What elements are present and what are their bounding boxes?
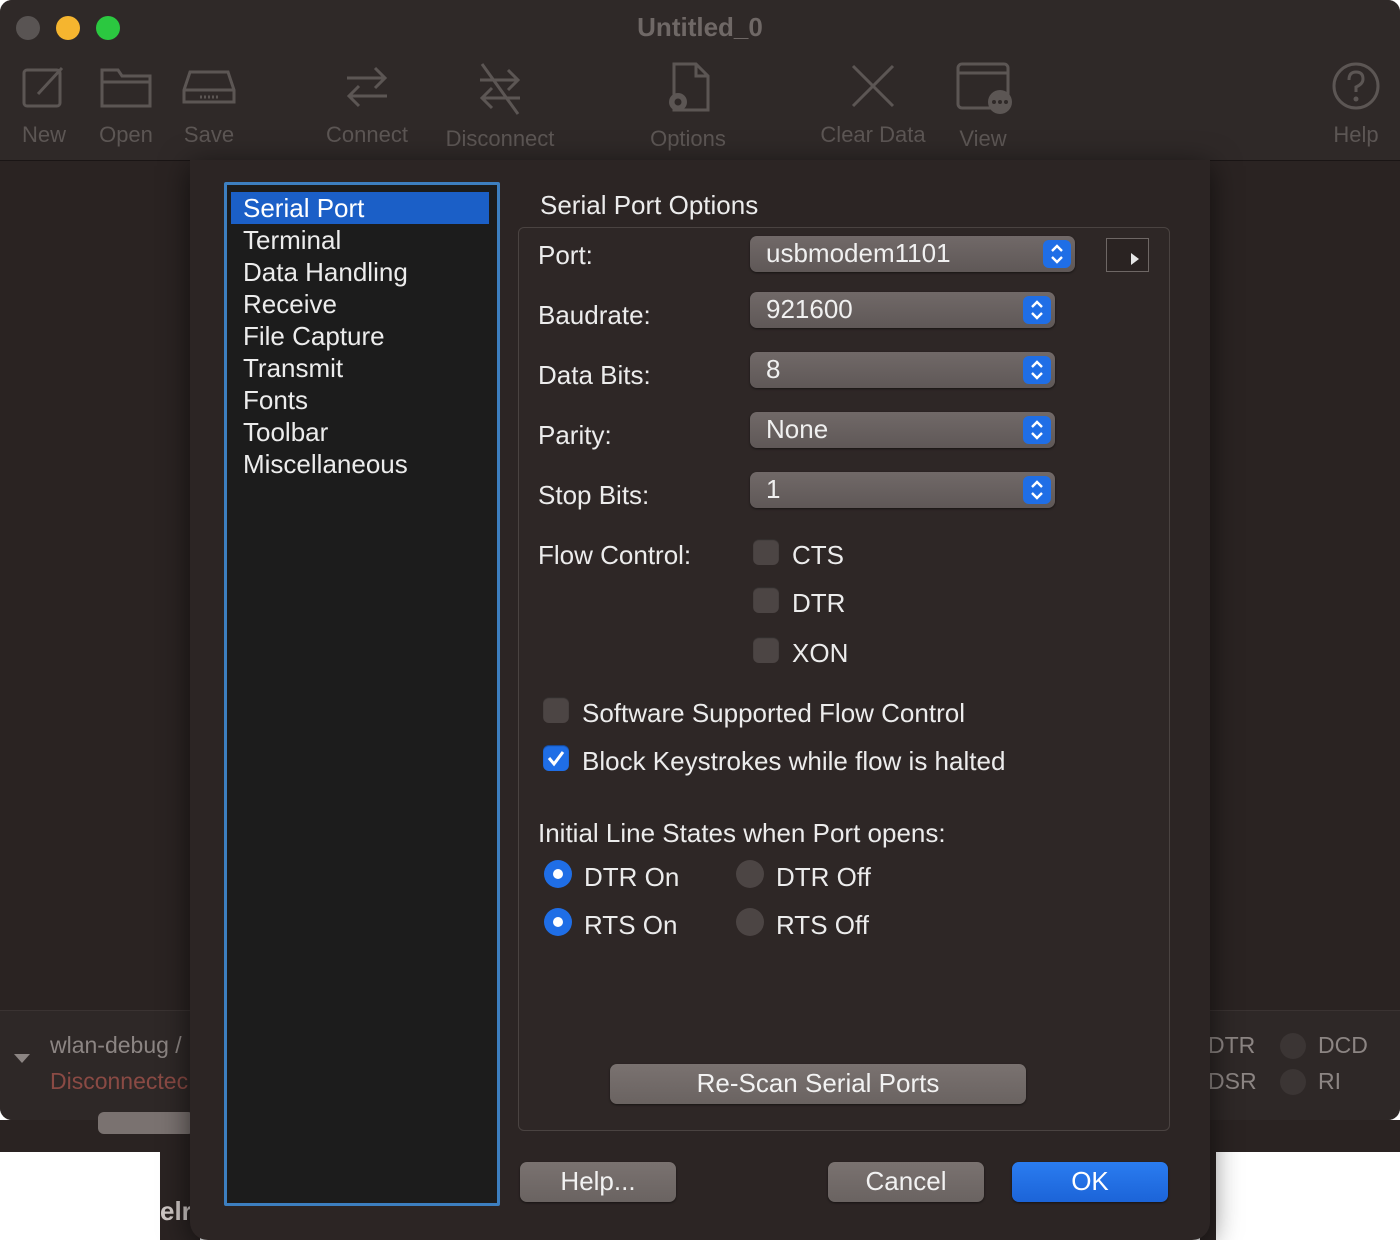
triangle-right-icon — [1131, 253, 1139, 265]
dtr-checkbox[interactable] — [753, 587, 779, 613]
toolbar-label: New — [21, 122, 66, 147]
led-label-dsr: DSR — [1208, 1068, 1257, 1094]
arrows-crossed-icon — [479, 63, 521, 115]
port-label: Port: — [538, 240, 593, 270]
parity-select[interactable]: None — [750, 412, 1055, 448]
status-device-name: wlan-debug / — [50, 1032, 182, 1058]
toolbar-help-button[interactable]: Help — [1326, 60, 1386, 148]
led-ri-indicator — [1280, 1069, 1306, 1095]
toolbar-save-button[interactable]: Save — [178, 60, 240, 148]
sidebar-item-serial-port[interactable]: Serial Port — [231, 192, 489, 224]
stop-bits-select[interactable]: 1 — [750, 472, 1055, 508]
dtr-off-radio[interactable] — [736, 860, 764, 888]
toolbar-options-button[interactable]: Options — [642, 60, 734, 152]
ok-button[interactable]: OK — [1012, 1162, 1168, 1202]
toolbar-label: View — [959, 126, 1007, 151]
question-circle-icon — [1332, 62, 1380, 110]
help-button[interactable]: Help... — [520, 1162, 676, 1202]
toolbar-connect-button[interactable]: Connect — [318, 60, 416, 148]
chevron-updown-icon — [1023, 476, 1051, 504]
toolbar-label: Help — [1333, 122, 1379, 147]
toolbar-view-button[interactable]: View — [952, 60, 1014, 152]
toolbar-label: Connect — [326, 122, 408, 147]
sidebar-item-receive[interactable]: Receive — [231, 288, 489, 320]
block-keystrokes-label: Block Keystrokes while flow is halted — [582, 746, 1006, 776]
baudrate-value: 921600 — [766, 294, 853, 324]
block-keystrokes-checkbox[interactable] — [543, 745, 569, 771]
sidebar-item-file-capture[interactable]: File Capture — [231, 320, 489, 352]
rts-off-radio[interactable] — [736, 908, 764, 936]
background-label: elr — [160, 1196, 192, 1226]
toolbar-label: Options — [650, 126, 726, 151]
dtr-label: DTR — [792, 588, 846, 618]
checkmark-icon — [547, 751, 565, 767]
background-button — [98, 1112, 194, 1134]
sidebar-item-terminal[interactable]: Terminal — [231, 224, 489, 256]
data-bits-label: Data Bits: — [538, 360, 651, 390]
led-label-dcd: DCD — [1318, 1032, 1368, 1058]
dtr-on-radio[interactable] — [544, 860, 572, 888]
cancel-button[interactable]: Cancel — [828, 1162, 984, 1202]
port-select[interactable]: usbmodem1101 — [750, 236, 1075, 272]
led-label-dtr: DTR — [1208, 1032, 1256, 1058]
toolbar-label: Disconnect — [445, 126, 555, 151]
port-info-button[interactable] — [1106, 238, 1149, 272]
status-connection: Disconnectec — [50, 1068, 189, 1094]
chevron-updown-icon — [1023, 296, 1051, 324]
sidebar-item-fonts[interactable]: Fonts — [231, 384, 489, 416]
compose-icon — [22, 66, 64, 108]
toolbar-label: Save — [183, 122, 235, 147]
chevron-updown-icon — [1043, 240, 1071, 268]
toolbar-label: Open — [99, 122, 153, 147]
software-flow-label: Software Supported Flow Control — [582, 698, 965, 728]
data-bits-value: 8 — [766, 354, 781, 384]
window-title: Untitled_0 — [637, 12, 763, 42]
parity-value: None — [766, 414, 829, 444]
sidebar-item-transmit[interactable]: Transmit — [231, 352, 489, 384]
led-label-ri: RI — [1318, 1068, 1341, 1094]
sidebar-item-data-handling[interactable]: Data Handling — [231, 256, 489, 288]
rts-on-label: RTS On — [584, 910, 678, 940]
toolbar-clear-data-button[interactable]: Clear Data — [814, 60, 932, 148]
cts-checkbox[interactable] — [753, 539, 779, 565]
software-flow-checkbox[interactable] — [543, 697, 569, 723]
drive-icon — [182, 70, 236, 104]
toolbar-label: Clear Data — [820, 122, 926, 147]
stop-bits-label: Stop Bits: — [538, 480, 650, 510]
rts-off-label: RTS Off — [776, 910, 869, 940]
port-value: usbmodem1101 — [766, 238, 951, 268]
chevron-updown-icon — [1023, 356, 1051, 384]
dtr-off-label: DTR Off — [776, 862, 871, 892]
sidebar-item-miscellaneous[interactable]: Miscellaneous — [231, 448, 489, 480]
arrows-exchange-icon — [346, 66, 388, 108]
dtr-on-label: DTR On — [584, 862, 680, 892]
led-dcd-indicator — [1280, 1033, 1306, 1059]
flow-control-label: Flow Control: — [538, 540, 692, 570]
sidebar-item-toolbar[interactable]: Toolbar — [231, 416, 489, 448]
options-sidebar[interactable]: Serial Port Terminal Data Handling Recei… — [224, 182, 500, 1206]
stop-bits-value: 1 — [766, 474, 781, 504]
x-icon — [851, 64, 895, 108]
disclosure-triangle-icon[interactable] — [14, 1054, 30, 1063]
data-bits-select[interactable]: 8 — [750, 352, 1055, 388]
toolbar-disconnect-button[interactable]: Disconnect — [438, 60, 562, 152]
rts-on-radio[interactable] — [544, 908, 572, 936]
baudrate-label: Baudrate: — [538, 300, 651, 330]
section-title: Serial Port Options — [540, 190, 759, 220]
xon-label: XON — [792, 638, 849, 668]
parity-label: Parity: — [538, 420, 612, 450]
baudrate-select[interactable]: 921600 — [750, 292, 1055, 328]
cts-label: CTS — [792, 540, 844, 570]
toolbar-new-button[interactable]: New — [14, 60, 74, 148]
toolbar-open-button[interactable]: Open — [94, 60, 158, 148]
folder-icon — [100, 68, 152, 108]
window-more-icon — [956, 62, 1012, 114]
document-gear-icon — [669, 62, 710, 112]
xon-checkbox[interactable] — [753, 637, 779, 663]
rescan-serial-ports-button[interactable]: Re-Scan Serial Ports — [610, 1064, 1026, 1104]
initial-line-states-label: Initial Line States when Port opens: — [538, 818, 946, 848]
chevron-updown-icon — [1023, 416, 1051, 444]
